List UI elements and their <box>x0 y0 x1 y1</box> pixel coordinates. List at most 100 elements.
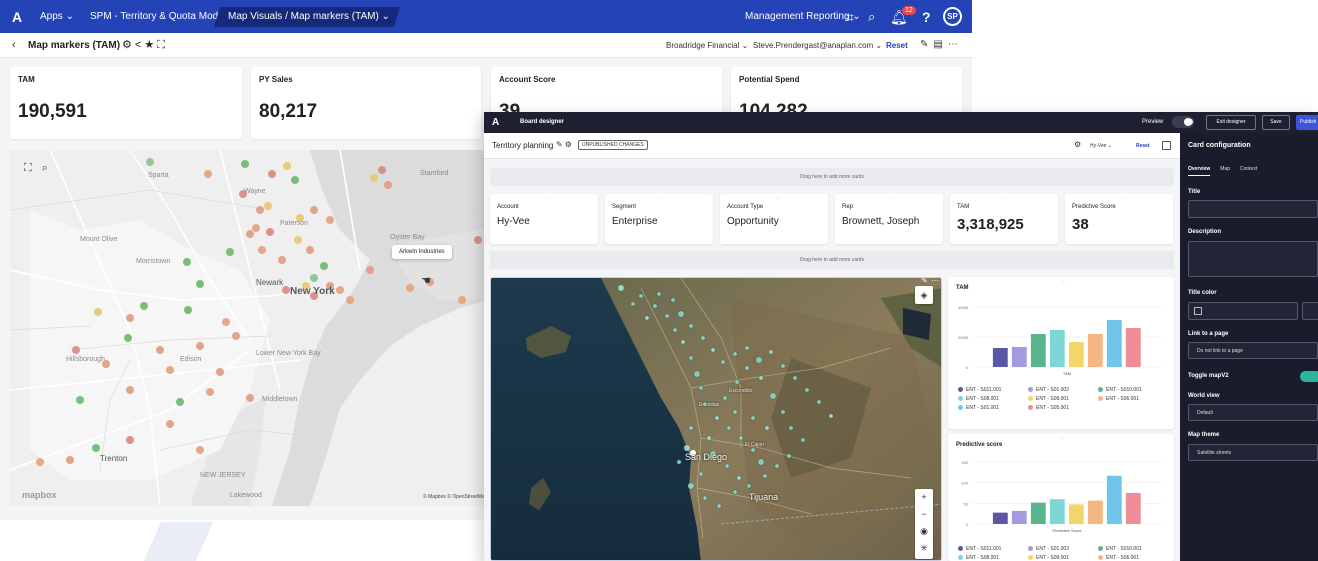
account-marker[interactable] <box>216 368 224 376</box>
chart-bar[interactable] <box>1011 347 1027 367</box>
chart-bar[interactable] <box>992 512 1008 524</box>
card-edit-pencil-icon[interactable]: ✎ <box>921 278 928 285</box>
account-marker[interactable] <box>196 342 204 350</box>
drag-handle-icon[interactable]: ⋯ <box>659 196 664 202</box>
satellite-marker[interactable] <box>676 459 682 465</box>
satellite-marker[interactable] <box>732 489 738 495</box>
satellite-marker[interactable] <box>744 365 750 371</box>
account-marker[interactable] <box>156 346 164 354</box>
account-marker[interactable] <box>241 160 249 168</box>
drag-handle-icon[interactable]: ⋯ <box>774 196 779 202</box>
satellite-marker[interactable] <box>698 385 704 391</box>
satellite-marker[interactable] <box>768 349 774 355</box>
account-marker[interactable] <box>326 216 334 224</box>
search-icon[interactable]: ⌕ <box>868 9 875 25</box>
satellite-marker[interactable] <box>804 387 810 393</box>
card-predictive-score[interactable]: ⋯ Predictive Score 38 <box>1065 194 1173 244</box>
card-tam[interactable]: ⋯ TAM 3,318,925 <box>950 194 1058 244</box>
publish-button[interactable]: Publish <box>1296 115 1318 130</box>
account-marker[interactable] <box>72 346 80 354</box>
account-marker[interactable] <box>268 170 276 178</box>
satellite-marker[interactable] <box>617 284 625 292</box>
satellite-marker[interactable] <box>750 415 756 421</box>
account-marker[interactable] <box>346 296 354 304</box>
share-icon[interactable]: < <box>135 39 144 51</box>
card-more-icon[interactable]: ⋯ <box>931 278 939 285</box>
account-marker[interactable] <box>384 181 392 189</box>
satellite-marker[interactable] <box>828 413 834 419</box>
account-marker[interactable] <box>282 286 290 294</box>
account-marker[interactable] <box>126 386 134 394</box>
legend-item[interactable]: ENT - S09.001 <box>1028 396 1069 402</box>
zoom-in-button[interactable]: + <box>915 489 933 506</box>
satellite-marker[interactable] <box>769 392 777 400</box>
satellite-marker[interactable] <box>688 355 694 361</box>
user-avatar[interactable]: SP <box>943 7 962 26</box>
satellite-marker[interactable] <box>726 425 732 431</box>
user-filter-dropdown[interactable]: Steve.Prendergast@anaplan.com ⌄ <box>753 41 882 50</box>
satellite-marker[interactable] <box>664 313 670 319</box>
markers-map[interactable]: ⛶⌕ Sparta Mount Olive Morristown Wayne P… <box>10 150 488 506</box>
legend-item[interactable]: ENT - S08.001 <box>958 396 999 402</box>
account-marker[interactable] <box>92 444 100 452</box>
account-marker[interactable] <box>246 394 254 402</box>
account-marker[interactable] <box>378 166 386 174</box>
account-marker[interactable] <box>283 162 291 170</box>
chart-bar[interactable] <box>1049 499 1065 524</box>
exit-designer-button[interactable]: Exit designer <box>1206 115 1256 130</box>
kpi-card-tam[interactable]: TAM 190,591 <box>10 67 242 139</box>
title-color-reset-button[interactable] <box>1302 302 1318 320</box>
legend-item[interactable]: ENT - S011.001 <box>958 546 1001 552</box>
drag-handle-icon[interactable]: ⋯ <box>1061 279 1066 285</box>
satellite-marker[interactable] <box>706 435 712 441</box>
account-marker[interactable] <box>140 302 148 310</box>
account-marker[interactable] <box>258 246 266 254</box>
satellite-marker[interactable] <box>744 345 750 351</box>
satellite-marker[interactable] <box>710 347 716 353</box>
satellite-marker[interactable] <box>644 315 650 321</box>
satellite-marker[interactable] <box>680 339 686 345</box>
account-marker[interactable] <box>310 206 318 214</box>
anaplan-logo[interactable]: A <box>12 9 22 25</box>
satellite-marker[interactable] <box>736 475 742 481</box>
satellite-marker[interactable] <box>780 409 786 415</box>
legend-item[interactable]: ENT - S01.002 <box>1028 546 1069 552</box>
card-account[interactable]: ⋯ Account Hy-Vee <box>490 194 598 244</box>
card-account-type[interactable]: ⋯ Account Type Opportunity <box>720 194 828 244</box>
satellite-marker[interactable] <box>672 327 678 333</box>
legend-item[interactable]: ENT - S09.001 <box>1028 555 1069 561</box>
legend-item[interactable]: ENT - S06.001 <box>1098 396 1139 402</box>
legend-item[interactable]: ENT - S01.002 <box>1028 387 1069 393</box>
account-marker[interactable] <box>166 420 174 428</box>
card-rep[interactable]: ⋯ Rep Brownett, Joseph <box>835 194 943 244</box>
account-marker[interactable] <box>204 170 212 178</box>
grid-icon[interactable]: ⌗ <box>846 9 854 26</box>
satellite-marker[interactable] <box>738 435 744 441</box>
locate-icon[interactable]: ✳ <box>915 540 933 557</box>
tab-context[interactable]: Context <box>1240 166 1257 172</box>
account-marker[interactable] <box>320 262 328 270</box>
drag-handle-icon[interactable]: ⋯ <box>1061 436 1066 442</box>
satellite-marker[interactable] <box>792 375 798 381</box>
satellite-marker[interactable] <box>800 437 806 443</box>
satellite-marker[interactable] <box>732 351 738 357</box>
tam-chart-card[interactable]: ⋯ TAM 400M 200M 0 TAM ENT - S011.001 ENT - … <box>948 277 1174 429</box>
satellite-marker[interactable] <box>693 370 701 378</box>
back-chevron-icon[interactable]: ‹ <box>12 39 16 51</box>
current-page-tab[interactable]: Map Visuals / Map markers (TAM) ⌄ <box>214 7 400 27</box>
edit-pencil-icon[interactable]: ✎ <box>920 39 933 50</box>
satellite-marker[interactable] <box>788 425 794 431</box>
chart-bar[interactable] <box>992 348 1008 367</box>
satellite-marker[interactable] <box>716 503 722 509</box>
satellite-marker[interactable] <box>638 293 644 299</box>
satellite-marker[interactable] <box>698 471 704 477</box>
predictive-score-chart-card[interactable]: ⋯ Predictive score 150 100 50 0 Predictive S… <box>948 434 1174 561</box>
satellite-marker[interactable] <box>780 363 786 369</box>
satellite-marker[interactable] <box>786 453 792 459</box>
star-icon[interactable]: ★ <box>144 39 157 51</box>
account-marker[interactable] <box>166 366 174 374</box>
chart-bar[interactable] <box>1106 475 1122 524</box>
tab-map[interactable]: Map <box>1220 166 1230 172</box>
account-marker[interactable] <box>126 314 134 322</box>
mapv2-toggle[interactable] <box>1300 371 1318 382</box>
